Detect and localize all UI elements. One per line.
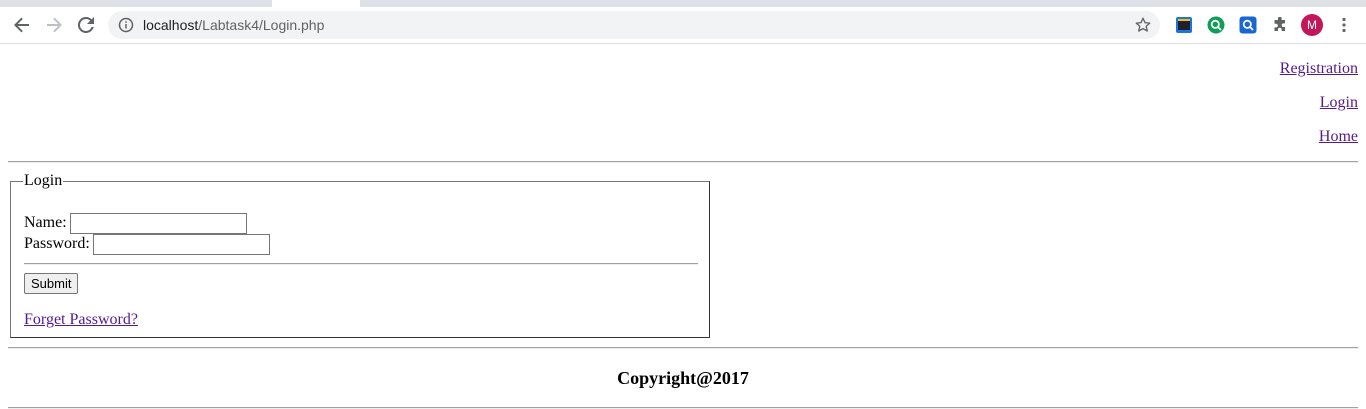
reload-button[interactable] <box>72 11 100 39</box>
name-input[interactable] <box>69 213 247 234</box>
login-link[interactable]: Login <box>1280 94 1358 128</box>
menu-kebab-icon[interactable] <box>1337 17 1351 33</box>
password-label: Password: <box>24 235 90 253</box>
tab-strip <box>0 0 1366 7</box>
url-path: /Labtask4/Login.php <box>198 17 325 33</box>
name-row: Name: <box>24 213 247 234</box>
forget-password-link[interactable]: Forget Password? <box>24 311 138 329</box>
header-divider <box>8 161 1358 163</box>
top-nav: Registration Login Home <box>1280 60 1358 162</box>
back-arrow-icon <box>14 17 29 33</box>
url-text[interactable]: localhost/Labtask4/Login.php <box>143 17 324 33</box>
extension-clapper-icon[interactable] <box>1175 16 1193 34</box>
extension-green-search-icon[interactable] <box>1207 16 1225 34</box>
password-input[interactable] <box>92 234 270 255</box>
footer-top-divider <box>8 347 1358 349</box>
url-host: localhost <box>143 17 199 33</box>
extension-blue-search-icon[interactable] <box>1239 16 1257 34</box>
active-tab[interactable] <box>272 0 360 7</box>
bookmark-star-icon[interactable] <box>1134 16 1152 34</box>
submit-button[interactable]: Submit <box>24 273 79 294</box>
forward-arrow-icon <box>47 17 62 33</box>
address-bar[interactable]: localhost/Labtask4/Login.php <box>108 11 1160 39</box>
form-divider <box>24 263 698 265</box>
extensions-puzzle-icon[interactable] <box>1271 16 1289 34</box>
login-fieldset: Login Name: Password: Submit Forget Pass… <box>10 172 710 338</box>
forward-button[interactable] <box>40 11 68 39</box>
registration-link[interactable]: Registration <box>1280 60 1358 94</box>
login-legend: Login <box>24 172 63 189</box>
browser-toolbar: localhost/Labtask4/Login.php M <box>0 7 1366 44</box>
profile-avatar[interactable]: M <box>1301 14 1323 36</box>
info-icon[interactable] <box>118 17 134 33</box>
home-link[interactable]: Home <box>1280 128 1358 162</box>
password-row: Password: <box>24 234 270 255</box>
copyright-text: Copyright@2017 <box>617 368 749 388</box>
name-label: Name: <box>24 214 67 232</box>
reload-icon <box>78 17 94 33</box>
back-button[interactable] <box>8 11 36 39</box>
